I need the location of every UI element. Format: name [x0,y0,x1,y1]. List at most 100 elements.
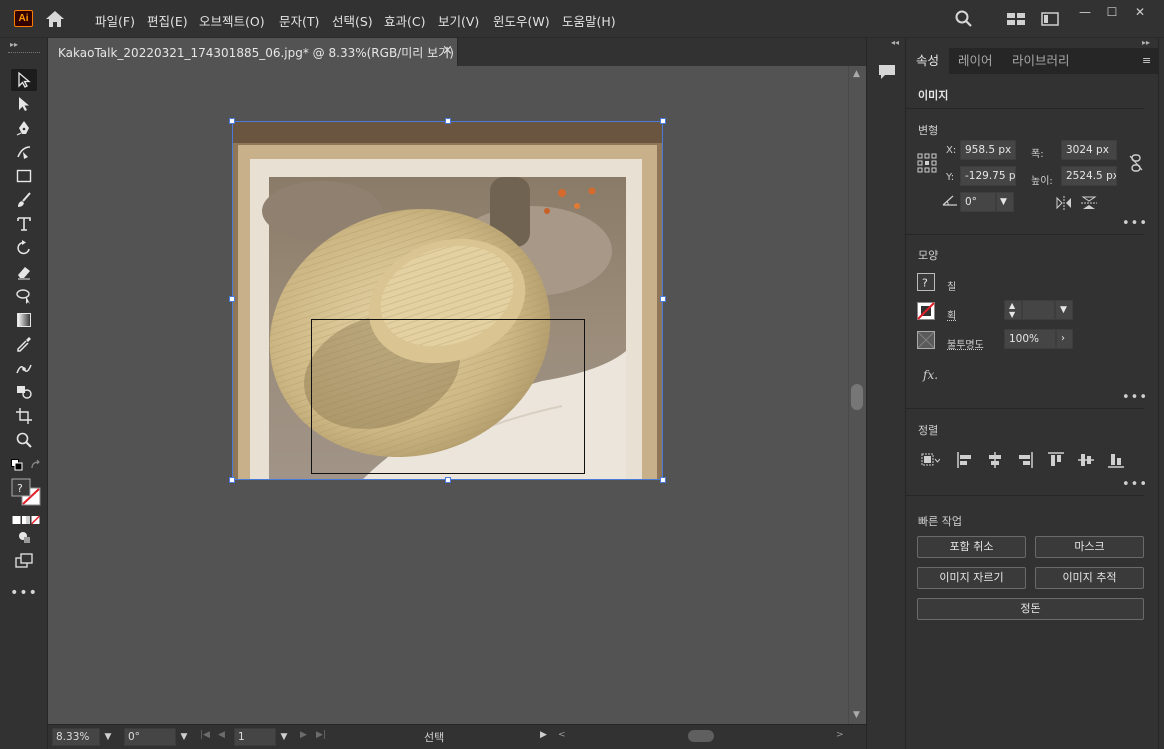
resize-handle-bottom-left[interactable] [229,477,235,483]
fill-stroke-swatch[interactable]: ? [11,478,41,506]
unembed-button[interactable]: 포함 취소 [917,536,1026,558]
shape-builder-tool-icon[interactable] [11,381,37,403]
home-icon[interactable] [44,9,66,29]
document-tab[interactable]: KakaoTalk_20220321_174301885_06.jpg* @ 8… [48,38,458,66]
eraser-tool-icon[interactable] [11,261,37,283]
default-fill-stroke-icon[interactable] [11,459,23,471]
flip-vertical-icon[interactable] [1081,196,1097,210]
image-trace-button[interactable]: 이미지 추적 [1035,567,1144,589]
search-icon[interactable] [954,9,974,29]
tab-libraries[interactable]: 라이브러리 [1002,48,1080,74]
artboard-number-field[interactable]: 1 [234,728,276,746]
minimize-button[interactable]: — [1074,4,1096,20]
align-vertical-center-icon[interactable] [1076,450,1096,470]
gradient-tool-icon[interactable] [11,309,37,331]
angle-dropdown-icon[interactable]: ▼ [996,192,1014,212]
arrange-button[interactable]: 정돈 [917,598,1144,620]
resize-handle-top-right[interactable] [660,118,666,124]
pen-tool-icon[interactable] [11,117,37,139]
next-artboard-icon[interactable]: ▶ [300,730,307,740]
puppet-warp-tool-icon[interactable] [11,357,37,379]
constrain-proportions-icon[interactable] [1128,154,1144,172]
menu-type[interactable]: 문자(T) [279,11,319,30]
y-position-field[interactable]: -129.75 px [960,166,1016,186]
rotation-dropdown-icon[interactable]: ▼ [176,728,192,746]
opacity-expand-icon[interactable]: › [1056,329,1073,349]
resize-handle-bottom[interactable] [445,477,451,483]
type-tool-icon[interactable] [11,213,37,235]
menu-effect[interactable]: 효과(C) [384,11,425,30]
collapse-strip-icon[interactable]: ◂◂ [891,38,899,47]
maximize-button[interactable]: ☐ [1101,4,1123,20]
menu-object[interactable]: 오브젝트(O) [199,11,265,30]
resize-handle-bottom-right[interactable] [660,477,666,483]
height-field[interactable]: 2524.5 px [1061,166,1117,186]
artboard-tool-icon[interactable] [11,405,37,427]
curvature-tool-icon[interactable] [11,141,37,163]
resize-handle-right[interactable] [660,296,666,302]
draw-mode-icon[interactable] [11,526,37,548]
x-position-field[interactable]: 958.5 px [960,140,1016,160]
menu-edit[interactable]: 편집(E) [147,11,188,30]
zoom-tool-icon[interactable] [11,429,37,451]
collapse-panel-icon[interactable]: ▸▸ [10,40,18,49]
rotation-field[interactable]: 0° [124,728,176,746]
rotate-tool-icon[interactable] [11,237,37,259]
align-to-icon[interactable] [920,450,941,470]
align-more-options-icon[interactable]: ••• [1122,477,1148,492]
align-right-icon[interactable] [1015,450,1035,470]
screen-mode-icon[interactable] [11,550,37,572]
reference-point-icon[interactable] [917,153,937,173]
scroll-up-icon[interactable]: ▲ [853,69,860,79]
direct-selection-tool-icon[interactable] [11,93,37,115]
swap-fill-stroke-icon[interactable] [30,459,42,471]
fill-swatch[interactable]: ? [917,273,935,291]
vertical-scroll-thumb[interactable] [851,384,863,410]
menu-file[interactable]: 파일(F) [95,11,135,30]
menu-help[interactable]: 도움말(H) [562,11,616,30]
eyedropper-tool-icon[interactable] [11,333,37,355]
comments-icon[interactable] [877,62,897,82]
status-menu-icon[interactable]: ▶ [540,730,547,740]
align-horizontal-center-icon[interactable] [985,450,1005,470]
flip-horizontal-icon[interactable] [1056,196,1072,210]
arrange-documents-icon[interactable] [1006,11,1026,27]
align-left-icon[interactable] [955,450,975,470]
artboard-dropdown-icon[interactable]: ▼ [276,728,292,746]
crop-image-button[interactable]: 이미지 자르기 [917,567,1026,589]
expand-panel-icon[interactable]: ▸▸ [1142,38,1150,47]
tab-properties[interactable]: 속성 [906,48,950,74]
scroll-down-icon[interactable]: ▼ [853,710,860,720]
prev-artboard-icon[interactable]: ◀ [218,730,225,740]
align-top-icon[interactable] [1046,450,1066,470]
tab-layers[interactable]: 레이어 [948,48,1003,74]
menu-view[interactable]: 보기(V) [438,11,479,30]
stroke-weight-stepper[interactable]: ▲ ▼ [1004,300,1022,320]
width-field[interactable]: 3024 px [1061,140,1117,160]
appearance-more-options-icon[interactable]: ••• [1122,390,1148,405]
scroll-right-icon[interactable]: > [836,730,844,740]
last-artboard-icon[interactable]: ▶| [316,730,326,740]
workspace-switcher-icon[interactable] [1041,11,1059,27]
opacity-field[interactable]: 100% [1004,329,1056,349]
menu-window[interactable]: 윈도우(W) [493,11,550,30]
selection-tool-icon[interactable] [11,69,37,91]
stroke-weight-dropdown-icon[interactable]: ▼ [1055,300,1073,320]
rotation-angle-field[interactable]: 0° [960,192,996,212]
first-artboard-icon[interactable]: |◀ [200,730,210,740]
transform-more-options-icon[interactable]: ••• [1122,216,1148,231]
paintbrush-tool-icon[interactable] [11,189,37,211]
color-mode-icons[interactable] [12,514,41,525]
horizontal-scroll-thumb[interactable] [688,730,714,742]
resize-handle-top-left[interactable] [229,118,235,124]
resize-handle-top[interactable] [445,118,451,124]
align-bottom-icon[interactable] [1106,450,1126,470]
panel-menu-icon[interactable]: ≡ [1142,54,1151,67]
stroke-swatch[interactable] [917,302,935,320]
stroke-weight-field[interactable] [1022,300,1055,320]
opacity-label[interactable]: 불투명도 [947,336,984,351]
menu-select[interactable]: 선택(S) [332,11,373,30]
vertical-scrollbar[interactable]: ▲ ▼ [848,66,865,724]
stroke-label[interactable]: 획 [947,307,956,322]
resize-handle-left[interactable] [229,296,235,302]
